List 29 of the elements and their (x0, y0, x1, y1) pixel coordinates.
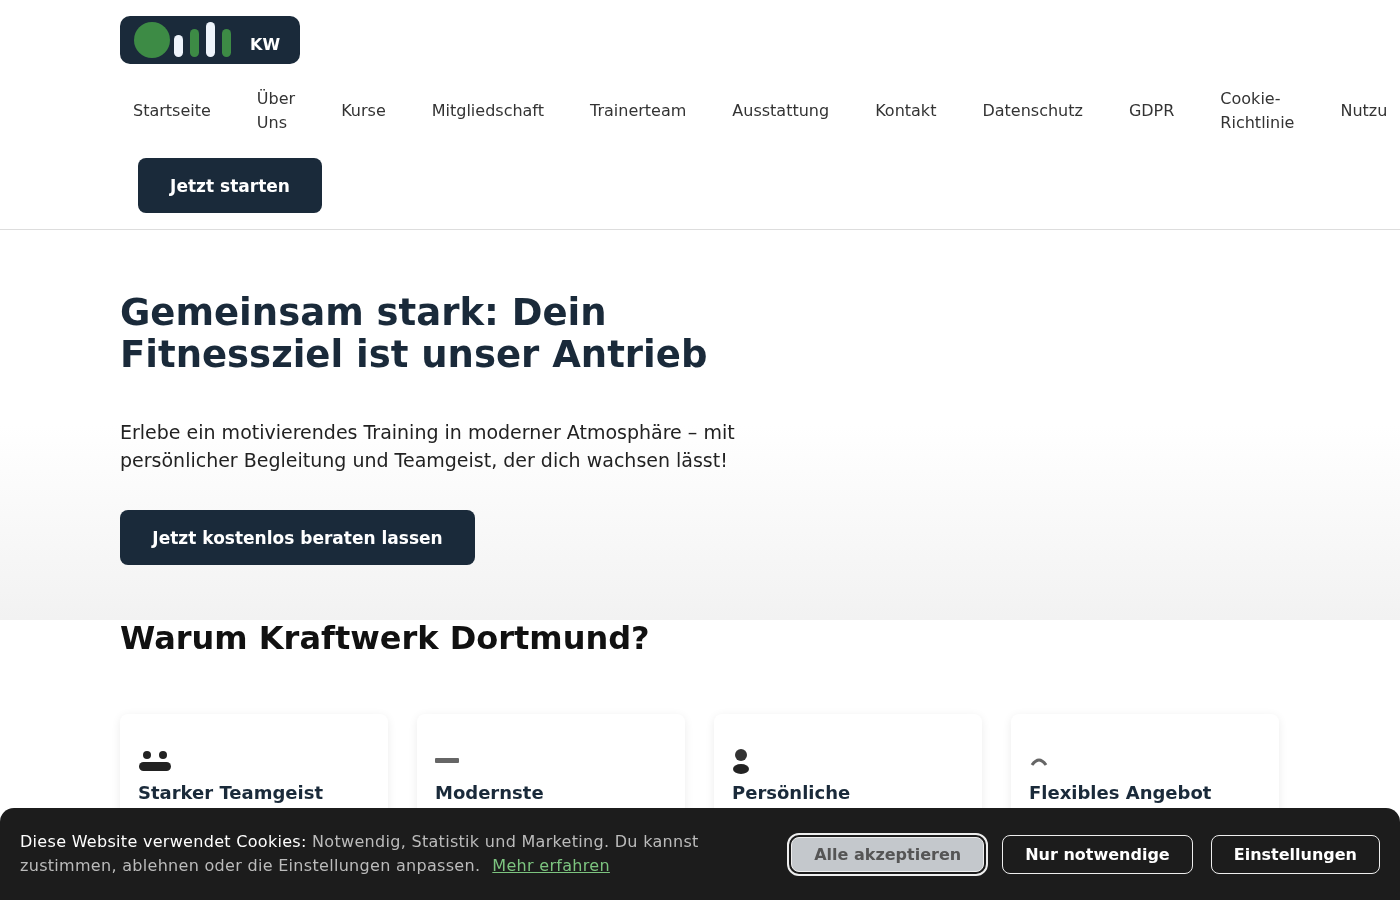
cookie-button[interactable]: Einstellungen (1210, 834, 1380, 874)
feature-title: Modernste (435, 782, 545, 804)
nav-link[interactable]: Mitgliedschaft (408, 99, 567, 123)
hero-text: Erlebe ein motivierendes Training in moderner Atmosphäre – mit persönlicher Begleitung und Teamgeist, der dich wachsen lässt! (120, 420, 736, 473)
nav-link[interactable]: Startseite (110, 99, 234, 123)
logo-text: KW (250, 34, 281, 54)
nav-link[interactable]: Trainerteam (567, 99, 710, 123)
nav-link[interactable]: Kurse (318, 99, 409, 123)
hero-title: Gemeinsam stark: Dein Fitnessziel ist unser Antrieb (120, 292, 709, 376)
people-icon (138, 750, 172, 772)
nav-link[interactable]: Über Uns (233, 87, 319, 135)
nav-link[interactable]: Nutzu (1317, 99, 1388, 123)
nav-link[interactable]: Ausstattung (709, 99, 853, 123)
nav-link[interactable]: Kontakt (852, 99, 960, 123)
consultation-button[interactable]: Jetzt kostenlos beraten lassen (120, 510, 475, 565)
nav-link[interactable]: GDPR (1105, 99, 1198, 123)
dash-icon (435, 758, 459, 764)
section-title: Warum Kraftwerk Dortmund? (120, 620, 651, 656)
nav-link[interactable]: Datenschutz (959, 99, 1106, 123)
person-icon (732, 748, 750, 774)
cookie-notice-text: Diese Website verwendet Cookies: Notwendig, Statistik und Marketing. Du kannst zustimmen, ablehnen oder die Einstellungen anpassen. Mehr erfahren (20, 831, 700, 877)
feature-title: Starker Teamgeist (138, 782, 324, 804)
logo[interactable]: KW (120, 16, 300, 64)
learn-more-link[interactable]: Mehr erfahren (492, 856, 610, 875)
nav-link[interactable]: Cookie-Richtlinie (1197, 87, 1318, 135)
cookie-button[interactable]: Nur notwendige (1002, 834, 1193, 874)
feature-title: Flexibles Angebot (1029, 782, 1213, 804)
start-button[interactable]: Jetzt starten (138, 158, 322, 213)
feature-title: Persönliche (732, 782, 852, 804)
